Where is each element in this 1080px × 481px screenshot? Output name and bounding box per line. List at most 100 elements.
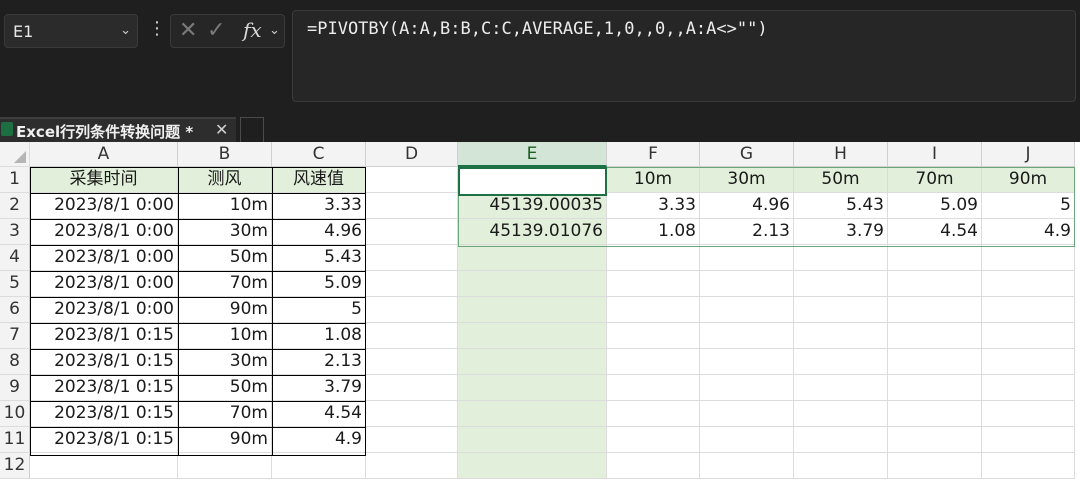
cell-j9[interactable]: [982, 375, 1075, 401]
formula-text[interactable]: =PIVOTBY(A:A,B:B,C:C,AVERAGE,1,0,,0,,A:A…: [307, 19, 768, 39]
cell-d10[interactable]: [366, 401, 458, 427]
cell-h10[interactable]: [794, 401, 888, 427]
row-header-1[interactable]: 1: [0, 167, 30, 193]
cell-h4[interactable]: [794, 245, 888, 271]
cell-c2[interactable]: 3.33: [272, 193, 366, 219]
cell-a11[interactable]: 2023/8/1 0:15: [30, 427, 178, 453]
cell-f1[interactable]: 10m: [607, 167, 700, 193]
cell-c8[interactable]: 2.13: [272, 349, 366, 375]
cell-i2[interactable]: 5.09: [888, 193, 982, 219]
cell-f9[interactable]: [607, 375, 700, 401]
chevron-down-icon[interactable]: ⌄: [120, 23, 131, 38]
cell-e3[interactable]: 45139.01076: [458, 219, 607, 245]
cell-i11[interactable]: [888, 427, 982, 453]
cell-c4[interactable]: 5.43: [272, 245, 366, 271]
cell-j12[interactable]: [982, 453, 1075, 479]
column-header-g[interactable]: G: [700, 142, 794, 167]
cell-a6[interactable]: 2023/8/1 0:00: [30, 297, 178, 323]
cell-c6[interactable]: 5: [272, 297, 366, 323]
close-icon[interactable]: ✕: [215, 120, 228, 139]
cell-h8[interactable]: [794, 349, 888, 375]
confirm-icon[interactable]: ✓: [207, 18, 225, 43]
cell-i6[interactable]: [888, 297, 982, 323]
cell-e4[interactable]: [458, 245, 607, 271]
cell-b9[interactable]: 50m: [178, 375, 272, 401]
active-cell-e1[interactable]: [458, 167, 607, 196]
cell-i10[interactable]: [888, 401, 982, 427]
more-options-icon[interactable]: ⋮: [148, 18, 166, 39]
cell-e8[interactable]: [458, 349, 607, 375]
select-all-corner[interactable]: [0, 142, 30, 167]
cell-f8[interactable]: [607, 349, 700, 375]
cell-b7[interactable]: 10m: [178, 323, 272, 349]
column-header-j[interactable]: J: [982, 142, 1075, 167]
cell-b10[interactable]: 70m: [178, 401, 272, 427]
cell-i1[interactable]: 70m: [888, 167, 982, 193]
cell-h11[interactable]: [794, 427, 888, 453]
cell-e5[interactable]: [458, 271, 607, 297]
row-header-7[interactable]: 7: [0, 323, 30, 349]
cell-g10[interactable]: [700, 401, 794, 427]
row-header-2[interactable]: 2: [0, 193, 30, 219]
cell-g11[interactable]: [700, 427, 794, 453]
cell-g7[interactable]: [700, 323, 794, 349]
cell-c7[interactable]: 1.08: [272, 323, 366, 349]
column-header-c[interactable]: C: [272, 142, 366, 167]
cell-h1[interactable]: 50m: [794, 167, 888, 193]
cell-i7[interactable]: [888, 323, 982, 349]
column-header-e[interactable]: E: [458, 142, 607, 167]
row-header-11[interactable]: 11: [0, 427, 30, 453]
cell-g3[interactable]: 2.13: [700, 219, 794, 245]
cell-d7[interactable]: [366, 323, 458, 349]
cell-j5[interactable]: [982, 271, 1075, 297]
cell-b4[interactable]: 50m: [178, 245, 272, 271]
cell-b12[interactable]: [178, 453, 272, 479]
cell-a5[interactable]: 2023/8/1 0:00: [30, 271, 178, 297]
insert-function-button[interactable]: fx: [243, 18, 262, 42]
cell-b8[interactable]: 30m: [178, 349, 272, 375]
cell-d9[interactable]: [366, 375, 458, 401]
cell-a4[interactable]: 2023/8/1 0:00: [30, 245, 178, 271]
cell-h5[interactable]: [794, 271, 888, 297]
cell-e10[interactable]: [458, 401, 607, 427]
row-header-3[interactable]: 3: [0, 219, 30, 245]
cell-i8[interactable]: [888, 349, 982, 375]
cell-h7[interactable]: [794, 323, 888, 349]
cell-d5[interactable]: [366, 271, 458, 297]
cell-b11[interactable]: 90m: [178, 427, 272, 453]
formula-input[interactable]: =PIVOTBY(A:A,B:B,C:C,AVERAGE,1,0,,0,,A:A…: [292, 10, 1076, 102]
cell-d3[interactable]: [366, 219, 458, 245]
cell-c11[interactable]: 4.9: [272, 427, 366, 453]
spreadsheet-grid[interactable]: A B C D E F G H I J 1 2 3 4 5 6 7 8 9 10 11 12 采集时间 测风 风速值 10m 30m…: [0, 142, 1080, 481]
cell-h2[interactable]: 5.43: [794, 193, 888, 219]
cell-j4[interactable]: [982, 245, 1075, 271]
chevron-down-icon[interactable]: ⌄: [269, 23, 280, 38]
cell-d2[interactable]: [366, 193, 458, 219]
cell-b1[interactable]: 测风: [178, 167, 272, 193]
cell-e12[interactable]: [458, 453, 607, 479]
cell-c10[interactable]: 4.54: [272, 401, 366, 427]
document-tab[interactable]: Excel行列条件转换问题 * ✕: [0, 117, 236, 142]
row-header-9[interactable]: 9: [0, 375, 30, 401]
cell-b6[interactable]: 90m: [178, 297, 272, 323]
cell-f11[interactable]: [607, 427, 700, 453]
cell-e7[interactable]: [458, 323, 607, 349]
cell-j10[interactable]: [982, 401, 1075, 427]
cell-b3[interactable]: 30m: [178, 219, 272, 245]
cell-g5[interactable]: [700, 271, 794, 297]
column-header-f[interactable]: F: [607, 142, 700, 167]
cell-b5[interactable]: 70m: [178, 271, 272, 297]
column-header-h[interactable]: H: [794, 142, 888, 167]
cell-a2[interactable]: 2023/8/1 0:00: [30, 193, 178, 219]
cell-e11[interactable]: [458, 427, 607, 453]
cell-f4[interactable]: [607, 245, 700, 271]
cell-j7[interactable]: [982, 323, 1075, 349]
cell-g8[interactable]: [700, 349, 794, 375]
cell-c3[interactable]: 4.96: [272, 219, 366, 245]
cell-g12[interactable]: [700, 453, 794, 479]
cancel-icon[interactable]: ✕: [179, 18, 197, 43]
cell-j3[interactable]: 4.9: [982, 219, 1075, 245]
cell-d8[interactable]: [366, 349, 458, 375]
cell-c5[interactable]: 5.09: [272, 271, 366, 297]
cell-c12[interactable]: [272, 453, 366, 479]
